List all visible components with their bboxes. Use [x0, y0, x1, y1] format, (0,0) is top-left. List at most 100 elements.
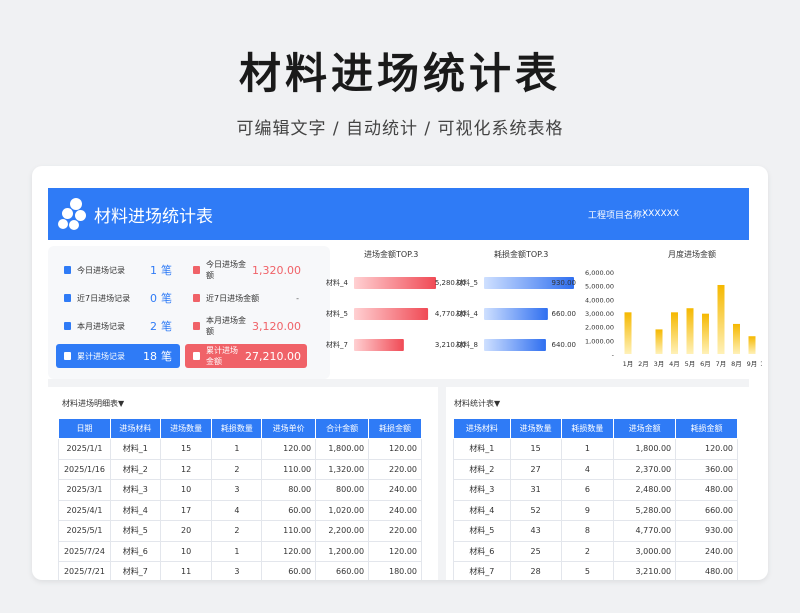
- detail-col-header[interactable]: 日期: [58, 418, 111, 439]
- table-cell[interactable]: 120.00: [675, 438, 738, 460]
- table-cell[interactable]: 6: [560, 479, 615, 501]
- table-cell[interactable]: 17: [159, 499, 213, 521]
- table-cell[interactable]: 3,210.00: [613, 561, 677, 580]
- table-cell[interactable]: 11: [159, 561, 213, 580]
- table-cell[interactable]: 2025/1/16: [58, 458, 111, 480]
- detail-col-header[interactable]: 耗损数量: [211, 418, 263, 439]
- table-cell[interactable]: 480.00: [675, 561, 738, 580]
- table-row[interactable]: 2025/3/1 材料_3 10 3 80.00 800.00 240.00: [58, 479, 422, 501]
- table-cell[interactable]: 120.00: [368, 438, 422, 460]
- table-cell[interactable]: 材料_4: [109, 499, 161, 521]
- table-row[interactable]: 材料_4 52 9 5,280.00 660.00: [453, 499, 738, 521]
- table-cell[interactable]: 25: [509, 540, 562, 562]
- table-cell[interactable]: 110.00: [261, 458, 317, 480]
- table-cell[interactable]: 1,800.00: [315, 438, 370, 460]
- table-cell[interactable]: 60.00: [261, 499, 317, 521]
- table-cell[interactable]: 5: [560, 561, 615, 580]
- table-cell[interactable]: 5,280.00: [613, 499, 677, 521]
- table-cell[interactable]: 10: [159, 479, 213, 501]
- table-row[interactable]: 2025/1/1 材料_1 15 1 120.00 1,800.00 120.00: [58, 438, 422, 460]
- table-cell[interactable]: 2: [211, 520, 263, 542]
- table-cell[interactable]: 1,020.00: [315, 499, 370, 521]
- detail-col-header[interactable]: 耗损金额: [368, 418, 422, 439]
- table-cell[interactable]: 1: [211, 438, 263, 460]
- table-cell[interactable]: 120.00: [261, 438, 317, 460]
- table-cell[interactable]: 1,200.00: [315, 540, 370, 562]
- table-cell[interactable]: 220.00: [368, 520, 422, 542]
- stats-col-header[interactable]: 耗损金额: [675, 418, 738, 439]
- table-row[interactable]: 材料_6 25 2 3,000.00 240.00: [453, 540, 738, 562]
- table-cell[interactable]: 43: [509, 520, 562, 542]
- table-row[interactable]: 2025/7/24 材料_6 10 1 120.00 1,200.00 120.00: [58, 540, 422, 562]
- table-cell[interactable]: 1,800.00: [613, 438, 677, 460]
- table-cell[interactable]: 4: [211, 499, 263, 521]
- detail-col-header[interactable]: 进场数量: [159, 418, 213, 439]
- table-cell[interactable]: 材料_3: [109, 479, 161, 501]
- table-cell[interactable]: 材料_3: [453, 479, 511, 501]
- table-cell[interactable]: 3: [211, 561, 263, 580]
- table-cell[interactable]: 240.00: [368, 479, 422, 501]
- table-cell[interactable]: 480.00: [675, 479, 738, 501]
- table-cell[interactable]: 材料_6: [109, 540, 161, 562]
- table-cell[interactable]: 800.00: [315, 479, 370, 501]
- table-row[interactable]: 材料_1 15 1 1,800.00 120.00: [453, 438, 738, 460]
- detail-col-header[interactable]: 合计金额: [315, 418, 370, 439]
- project-value[interactable]: XXXXXX: [642, 209, 679, 219]
- table-cell[interactable]: 660.00: [675, 499, 738, 521]
- stats-col-header[interactable]: 耗损数量: [560, 418, 615, 439]
- table-cell[interactable]: 180.00: [368, 561, 422, 580]
- table-cell[interactable]: 20: [159, 520, 213, 542]
- table-cell[interactable]: 2,200.00: [315, 520, 370, 542]
- table-cell[interactable]: 28: [509, 561, 562, 580]
- table-cell[interactable]: 材料_1: [109, 438, 161, 460]
- table-row[interactable]: 2025/4/1 材料_4 17 4 60.00 1,020.00 240.00: [58, 499, 422, 521]
- table-cell[interactable]: 材料_1: [453, 438, 511, 460]
- table-cell[interactable]: 12: [159, 458, 213, 480]
- table-cell[interactable]: 3,000.00: [613, 540, 677, 562]
- table-cell[interactable]: 2: [560, 540, 615, 562]
- table-cell[interactable]: 930.00: [675, 520, 738, 542]
- table-cell[interactable]: 2025/4/1: [58, 499, 111, 521]
- table-cell[interactable]: 4,770.00: [613, 520, 677, 542]
- table-cell[interactable]: 4: [560, 458, 615, 480]
- table-cell[interactable]: 60.00: [261, 561, 317, 580]
- stats-col-header[interactable]: 进场数量: [509, 418, 562, 439]
- table-cell[interactable]: 10: [159, 540, 213, 562]
- table-row[interactable]: 材料_5 43 8 4,770.00 930.00: [453, 520, 738, 542]
- table-row[interactable]: 2025/7/21 材料_7 11 3 60.00 660.00 180.00: [58, 561, 422, 580]
- table-cell[interactable]: 2025/7/24: [58, 540, 111, 562]
- table-cell[interactable]: 2,480.00: [613, 479, 677, 501]
- table-cell[interactable]: 2025/5/1: [58, 520, 111, 542]
- table-cell[interactable]: 80.00: [261, 479, 317, 501]
- table-cell[interactable]: 110.00: [261, 520, 317, 542]
- table-cell[interactable]: 240.00: [368, 499, 422, 521]
- table-cell[interactable]: 1: [560, 438, 615, 460]
- table-row[interactable]: 材料_3 31 6 2,480.00 480.00: [453, 479, 738, 501]
- table-cell[interactable]: 3: [211, 479, 263, 501]
- table-cell[interactable]: 240.00: [675, 540, 738, 562]
- table-cell[interactable]: 材料_6: [453, 540, 511, 562]
- table-row[interactable]: 2025/1/16 材料_2 12 2 110.00 1,320.00 220.00: [58, 458, 422, 480]
- table-cell[interactable]: 15: [509, 438, 562, 460]
- table-cell[interactable]: 9: [560, 499, 615, 521]
- table-cell[interactable]: 材料_7: [453, 561, 511, 580]
- table-cell[interactable]: 2: [211, 458, 263, 480]
- table-row[interactable]: 材料_7 28 5 3,210.00 480.00: [453, 561, 738, 580]
- table-cell[interactable]: 120.00: [261, 540, 317, 562]
- detail-col-header[interactable]: 进场单价: [261, 418, 317, 439]
- table-cell[interactable]: 31: [509, 479, 562, 501]
- table-row[interactable]: 材料_2 27 4 2,370.00 360.00: [453, 458, 738, 480]
- stats-col-header[interactable]: 进场金额: [613, 418, 677, 439]
- table-cell[interactable]: 2025/3/1: [58, 479, 111, 501]
- table-cell[interactable]: 材料_7: [109, 561, 161, 580]
- table-cell[interactable]: 660.00: [315, 561, 370, 580]
- table-cell[interactable]: 材料_2: [453, 458, 511, 480]
- table-cell[interactable]: 120.00: [368, 540, 422, 562]
- table-cell[interactable]: 52: [509, 499, 562, 521]
- table-cell[interactable]: 材料_2: [109, 458, 161, 480]
- table-row[interactable]: 2025/5/1 材料_5 20 2 110.00 2,200.00 220.00: [58, 520, 422, 542]
- table-cell[interactable]: 2025/1/1: [58, 438, 111, 460]
- table-cell[interactable]: 360.00: [675, 458, 738, 480]
- detail-col-header[interactable]: 进场材料: [109, 418, 161, 439]
- table-cell[interactable]: 2,370.00: [613, 458, 677, 480]
